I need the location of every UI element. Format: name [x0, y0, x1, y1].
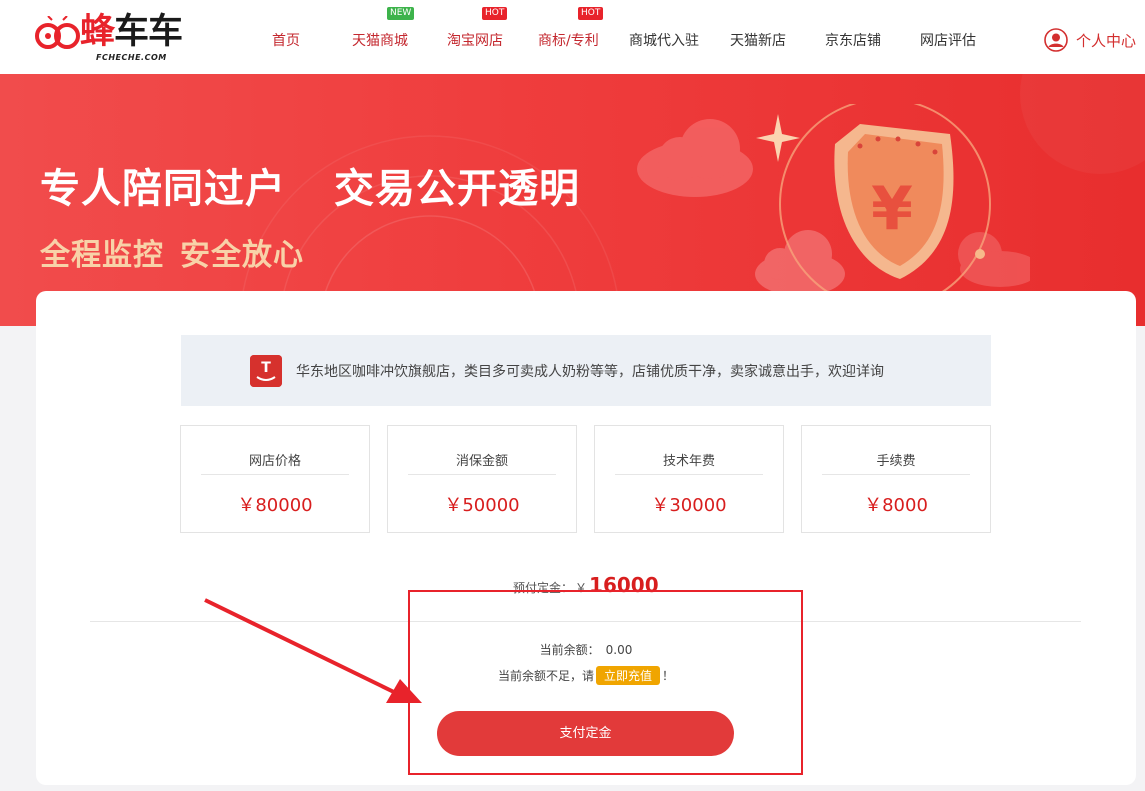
hot-badge: HOT: [482, 7, 508, 20]
fee-label: 网店价格: [248, 454, 301, 469]
fee-card-tech-fee: 技术年费 ￥30000: [594, 425, 784, 533]
svg-text:¥: ¥: [871, 174, 913, 244]
nav-item-jd[interactable]: 京东店铺: [825, 30, 881, 50]
shop-description: 华东地区咖啡冲饮旗舰店，类目多可卖成人奶粉等等，店铺优质干净，卖家诚意出手，欢迎…: [296, 363, 884, 380]
fee-list: 网店价格 ￥80000 消保金额 ￥50000 技术年费 ￥30000 手续费 …: [180, 425, 992, 533]
fee-divider: [615, 474, 763, 475]
bee-logo-icon: [35, 16, 80, 49]
annotation-highlight-box: [408, 590, 803, 775]
fee-divider: [822, 474, 970, 475]
nav-item-evaluate[interactable]: 网店评估: [920, 30, 976, 50]
user-center-label: 个人中心: [1075, 31, 1136, 50]
hot-badge: HOT: [578, 7, 604, 20]
nav-item-tmall[interactable]: NEW 天猫商城: [352, 7, 415, 50]
user-center-link[interactable]: 个人中心: [1044, 28, 1136, 52]
banner-subheadline: 全程监控 安全放心: [40, 238, 304, 273]
fee-label: 消保金额: [455, 454, 508, 469]
fee-value: ￥80000: [237, 495, 313, 516]
annotation-arrow-icon: [204, 598, 422, 703]
nav-item-mall-entry[interactable]: 商城代入驻: [629, 30, 699, 50]
nav-item-home[interactable]: 首页: [272, 30, 300, 50]
new-badge: NEW: [387, 7, 415, 20]
logo-text: 蜂车车: [80, 12, 183, 52]
nav-item-taobao[interactable]: HOT 淘宝网店: [447, 7, 508, 50]
banner-headline: 专人陪同过户 交易公开透明: [40, 166, 580, 212]
fee-label: 手续费: [876, 454, 916, 469]
user-avatar-icon: [1044, 28, 1068, 52]
fee-divider: [408, 474, 556, 475]
nav-item-trademark[interactable]: HOT 商标/专利: [538, 7, 604, 50]
fee-card-service-fee: 手续费 ￥8000: [801, 425, 991, 533]
top-header: 蜂车车 FCHECHE.COM 首页 NEW 天猫商城 HOT 淘宝网店 HOT…: [0, 0, 1145, 74]
fee-label: 技术年费: [662, 454, 715, 469]
shop-description-panel: T 华东地区咖啡冲饮旗舰店，类目多可卖成人奶粉等等，店铺优质干净，卖家诚意出手，…: [181, 335, 991, 406]
nav-item-tmall-new[interactable]: 天猫新店: [730, 30, 786, 50]
promo-banner: 专人陪同过户 交易公开透明 全程监控 安全放心 ¥: [0, 74, 1145, 326]
fee-card-deposit-amount: 消保金额 ￥50000: [387, 425, 577, 533]
svg-text:T: T: [261, 360, 271, 376]
tmall-shop-icon: T: [250, 354, 282, 387]
fee-value: ￥50000: [444, 495, 520, 516]
fee-card-shop-price: 网店价格 ￥80000: [180, 425, 370, 533]
site-logo[interactable]: 蜂车车 FCHECHE.COM: [34, 8, 184, 66]
fee-value: ￥30000: [651, 495, 727, 516]
fee-divider: [201, 474, 349, 475]
fee-value: ￥8000: [864, 495, 928, 516]
logo-domain: FCHECHE.COM: [96, 53, 167, 62]
